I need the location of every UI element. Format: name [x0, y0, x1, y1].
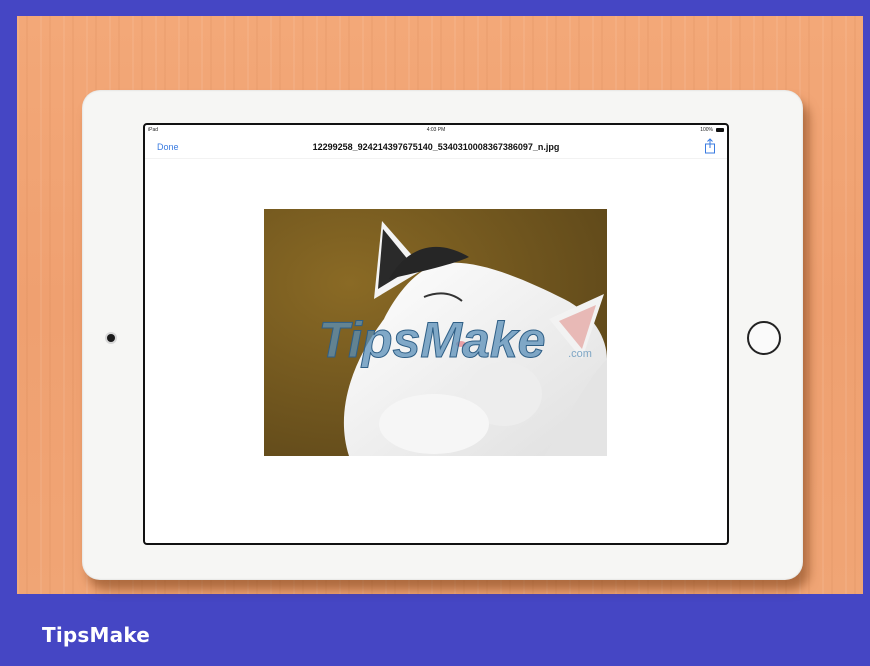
cat-photo: TipsMake .com: [264, 209, 607, 456]
status-bar: iPad 4:03 PM 100%: [145, 125, 727, 136]
battery-icon: [716, 128, 724, 132]
file-title: 12299258_924214397675140_534031000836738…: [312, 142, 560, 152]
camera-icon: [107, 334, 115, 342]
watermark-text: TipsMake: [319, 312, 546, 368]
battery-percent: 100%: [700, 127, 713, 133]
share-icon[interactable]: [703, 138, 717, 154]
watermark-suffix: .com: [568, 348, 592, 360]
home-button[interactable]: [747, 321, 781, 355]
top-border: [0, 0, 870, 16]
ipad-screen: iPad 4:03 PM 100% Done 12299258_92421439…: [143, 123, 729, 545]
preview-nav-bar: Done 12299258_924214397675140_5340310008…: [145, 136, 727, 159]
status-time: 4:03 PM: [426, 127, 446, 133]
footer-brand: TipsMake: [42, 623, 151, 647]
